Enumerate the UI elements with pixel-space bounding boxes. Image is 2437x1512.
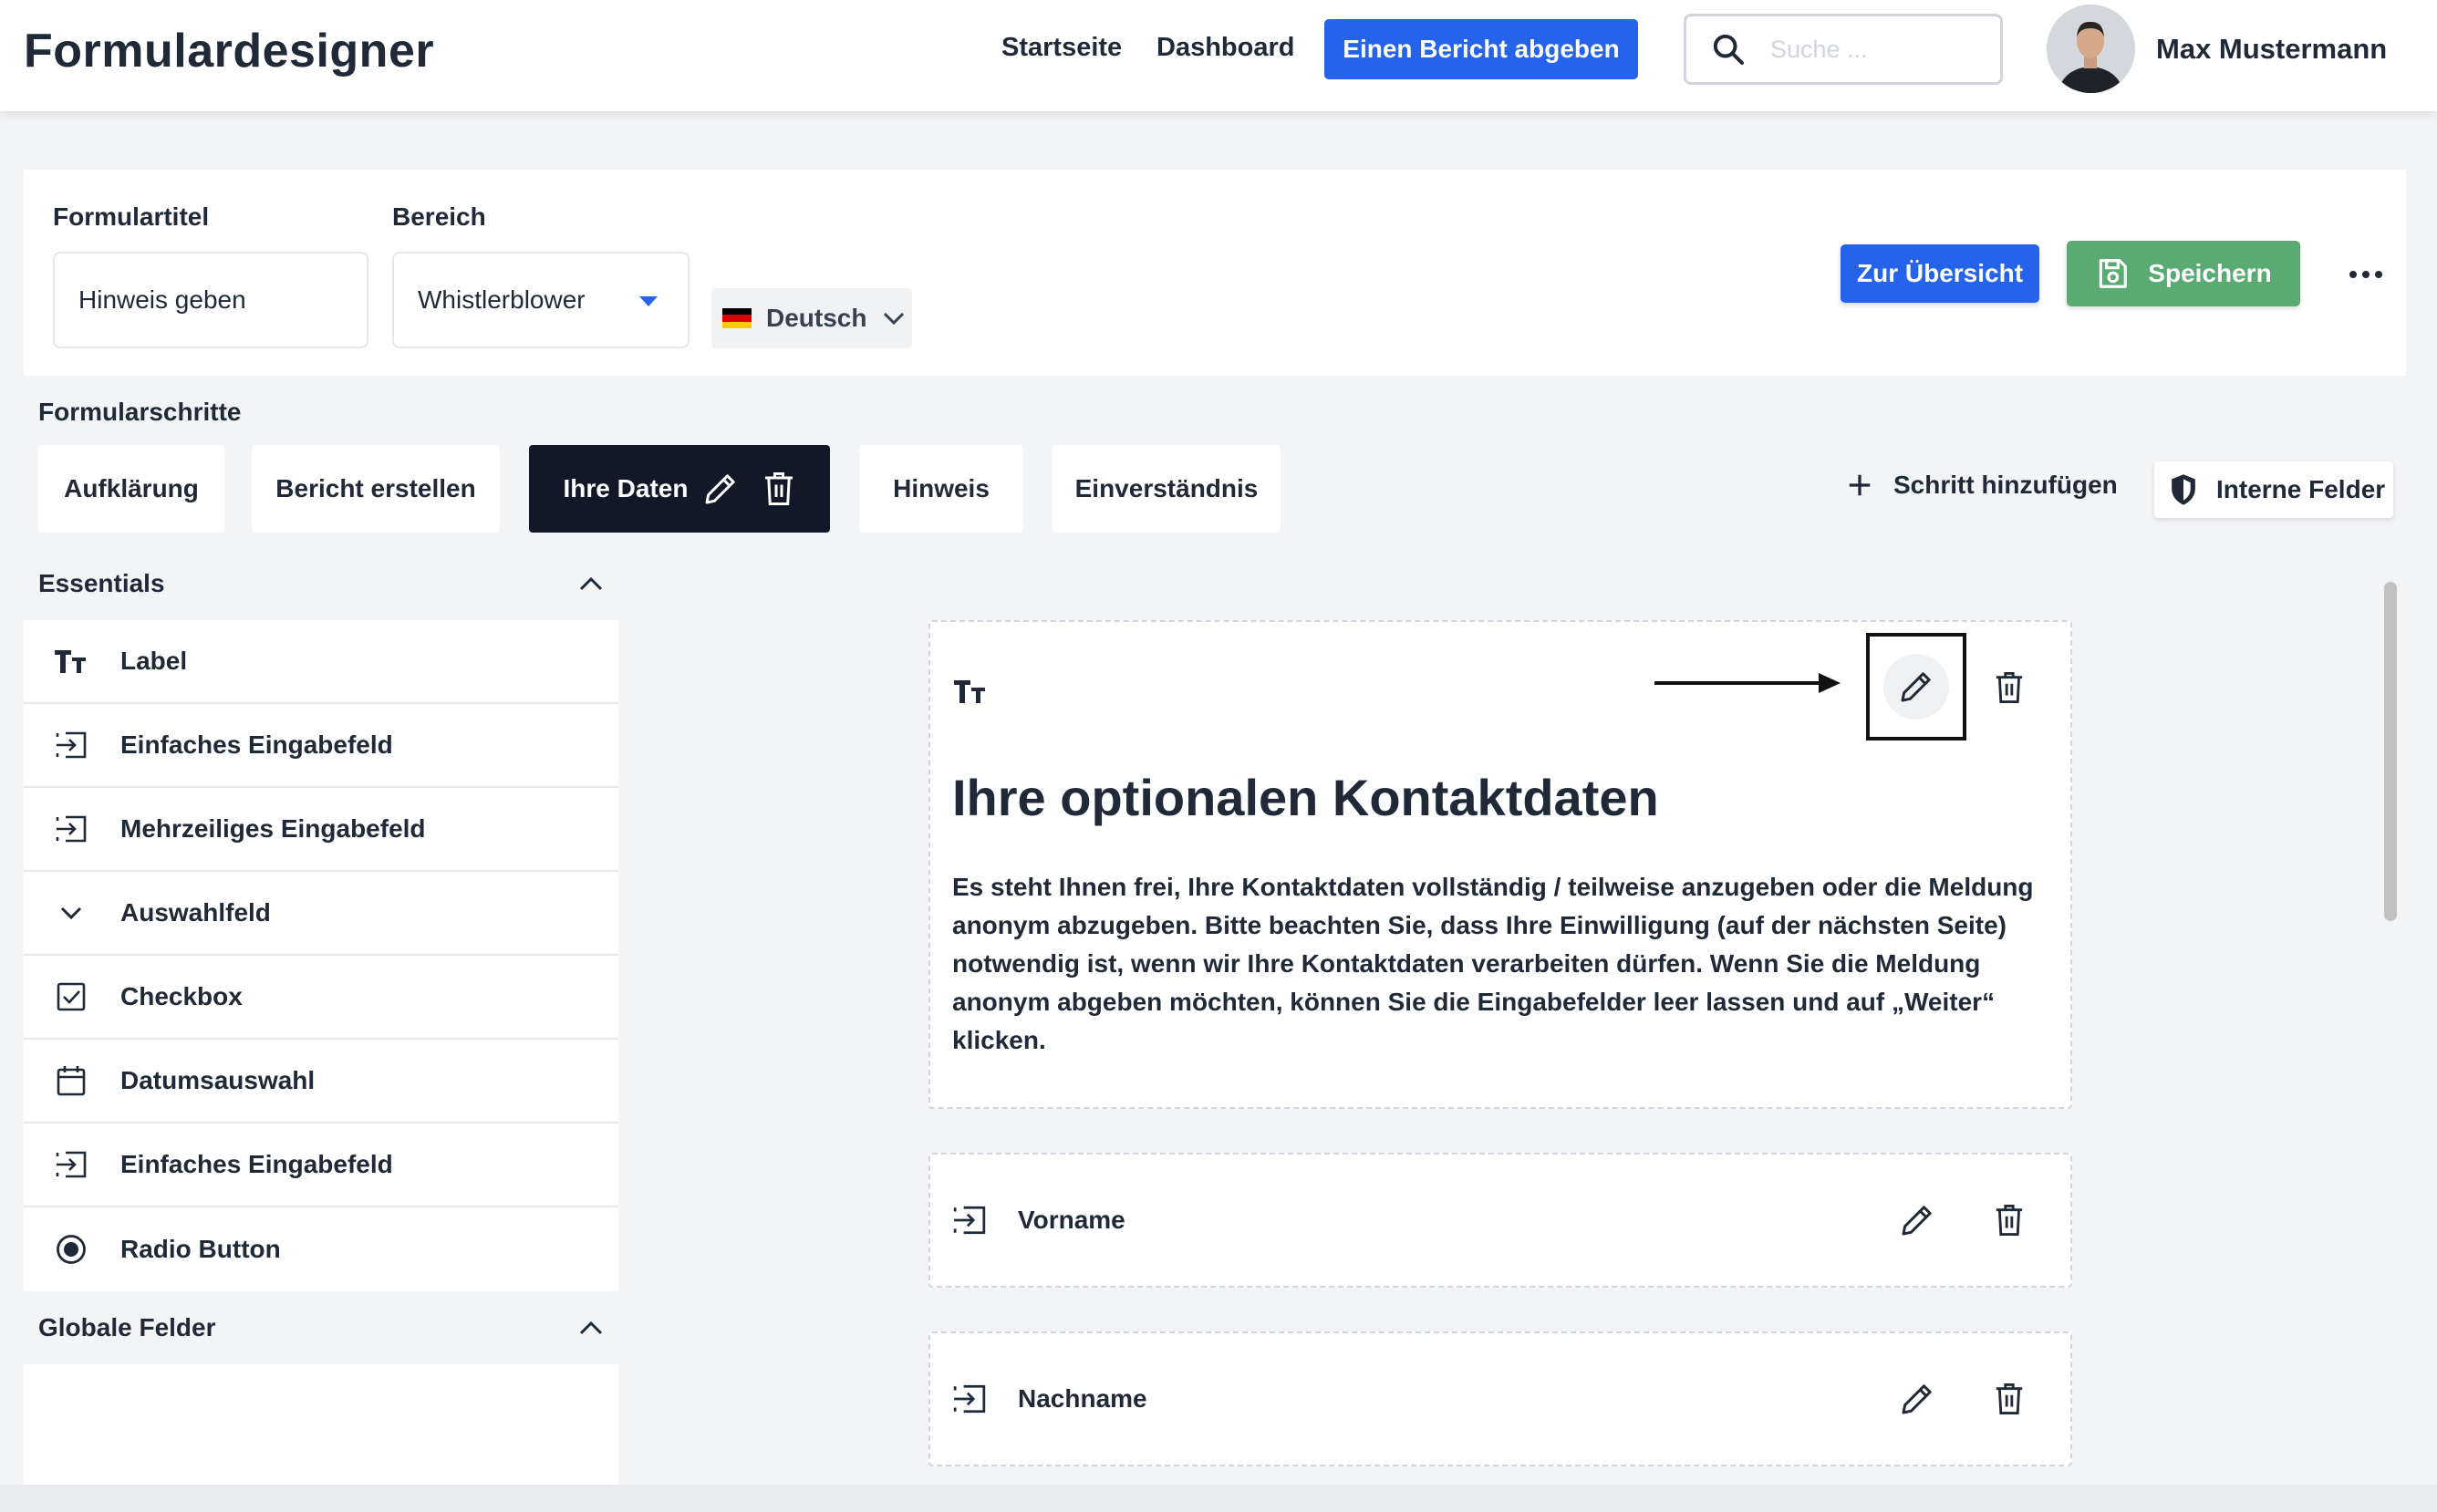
app-title: Formulardesigner <box>24 25 435 78</box>
element-item-multiline-input[interactable]: Mehrzeiliges Eingabefeld <box>24 788 618 872</box>
checkbox-icon <box>38 982 104 1011</box>
element-item-radio[interactable]: Radio Button <box>24 1207 618 1291</box>
form-settings-panel: Formulartitel Hinweis geben Bereich Whis… <box>24 170 2406 376</box>
step-tab-label: Einverständnis <box>1074 474 1259 502</box>
trash-icon[interactable] <box>1990 1200 2028 1240</box>
more-options-icon[interactable] <box>2338 252 2393 297</box>
step-tab-label: Hinweis <box>893 474 990 502</box>
element-item-single-input-2[interactable]: Einfaches Eingabefeld <box>24 1124 618 1207</box>
trash-icon[interactable] <box>762 471 795 507</box>
step-tab-hinweis[interactable]: Hinweis <box>859 445 1023 533</box>
pencil-icon[interactable] <box>702 471 739 507</box>
chevron-down-icon <box>884 312 905 326</box>
search-box[interactable] <box>1684 14 2003 85</box>
global-fields-list <box>24 1364 618 1485</box>
area-select[interactable]: Whistlerblower <box>392 252 690 348</box>
nav-link-dashboard[interactable]: Dashboard <box>1156 33 1294 63</box>
element-item-label-text: Radio Button <box>120 1235 281 1263</box>
chevron-down-icon <box>38 906 104 920</box>
element-item-label-text: Checkbox <box>120 982 243 1010</box>
label-element-card[interactable]: Ihre optionalen Kontaktdaten Es steht Ih… <box>928 620 2072 1109</box>
step-tab-label: Aufklärung <box>64 474 199 502</box>
top-navigation-bar: Formulardesigner Startseite Dashboard Ei… <box>0 0 2437 111</box>
element-item-label-text: Label <box>120 647 188 675</box>
form-title-label: Formulartitel <box>53 202 210 231</box>
input-field-icon <box>952 1384 987 1414</box>
field-label: Vorname <box>1018 1206 1125 1234</box>
save-button-label: Speichern <box>2148 259 2272 287</box>
step-tab-einverstaendnis[interactable]: Einverständnis <box>1053 445 1281 533</box>
pencil-icon[interactable] <box>1897 1200 1937 1240</box>
nav-link-startseite[interactable]: Startseite <box>1001 33 1122 63</box>
internal-fields-label: Interne Felder <box>2216 475 2386 503</box>
calendar-icon <box>38 1065 104 1096</box>
input-field-icon <box>952 1206 987 1235</box>
radio-icon <box>38 1234 104 1265</box>
input-field-icon <box>38 731 104 759</box>
global-fields-section-header[interactable]: Globale Felder <box>24 1291 618 1364</box>
submit-report-button[interactable]: Einen Bericht abgeben <box>1324 19 1638 79</box>
step-tab-ihre-daten[interactable]: Ihre Daten <box>529 445 830 533</box>
element-item-select[interactable]: Auswahlfeld <box>24 872 618 956</box>
element-item-single-input[interactable]: Einfaches Eingabefeld <box>24 704 618 788</box>
pencil-icon[interactable] <box>1883 654 1949 720</box>
scrollbar-thumb[interactable] <box>2384 582 2397 921</box>
chevron-up-icon <box>579 1320 603 1335</box>
element-item-label[interactable]: Label <box>24 620 618 704</box>
step-tab-label: Bericht erstellen <box>275 474 476 502</box>
search-input[interactable] <box>1770 35 1953 64</box>
search-icon <box>1713 34 1744 65</box>
language-select[interactable]: Deutsch <box>711 288 912 348</box>
language-value: Deutsch <box>766 304 867 332</box>
card-heading: Ihre optionalen Kontaktdaten <box>952 769 1659 826</box>
card-description: Es steht Ihnen frei, Ihre Kontaktdaten v… <box>952 873 2034 1054</box>
form-steps-title: Formularschritte <box>38 398 242 426</box>
edit-highlight-box[interactable] <box>1866 633 1966 740</box>
form-title-input[interactable]: Hinweis geben <box>53 252 368 348</box>
plus-icon <box>1849 474 1871 496</box>
add-step-label: Schritt hinzufügen <box>1893 471 2118 499</box>
save-button[interactable]: Speichern <box>2067 241 2300 306</box>
input-field-icon <box>38 1151 104 1178</box>
step-tab-bericht-erstellen[interactable]: Bericht erstellen <box>252 445 500 533</box>
trash-icon[interactable] <box>1990 668 2028 708</box>
save-icon <box>2100 259 2128 288</box>
global-fields-title: Globale Felder <box>38 1313 216 1341</box>
internal-fields-button[interactable]: Interne Felder <box>2154 461 2393 518</box>
bottom-edge <box>0 1485 2437 1512</box>
input-field-icon <box>38 815 104 843</box>
avatar[interactable] <box>2047 5 2135 93</box>
element-item-label-text: Einfaches Eingabefeld <box>120 1150 393 1178</box>
element-item-label-text: Einfaches Eingabefeld <box>120 730 393 759</box>
essentials-section-header[interactable]: Essentials <box>24 547 618 620</box>
pencil-icon[interactable] <box>1897 1379 1937 1419</box>
text-type-icon <box>38 647 104 676</box>
area-label: Bereich <box>392 202 486 231</box>
chevron-up-icon <box>579 576 603 591</box>
element-item-checkbox[interactable]: Checkbox <box>24 956 618 1040</box>
element-item-label-text: Mehrzeiliges Eingabefeld <box>120 814 426 843</box>
element-item-label-text: Auswahlfeld <box>120 898 271 927</box>
step-tab-aufklaerung[interactable]: Aufklärung <box>38 445 224 533</box>
element-item-datepicker[interactable]: Datumsauswahl <box>24 1040 618 1124</box>
add-step-button[interactable]: Schritt hinzufügen <box>1846 471 2118 500</box>
text-type-icon <box>952 677 989 706</box>
user-name: Max Mustermann <box>2156 33 2388 65</box>
step-tab-label: Ihre Daten <box>563 474 689 502</box>
field-label: Nachname <box>1018 1384 1147 1413</box>
annotation-arrow <box>1654 673 1841 693</box>
german-flag-icon <box>722 308 752 328</box>
canvas-scrollbar[interactable] <box>2380 580 2401 1492</box>
essentials-element-list: Label Einfaches Eingabefeld Mehrzeiliges… <box>24 620 618 1291</box>
trash-icon[interactable] <box>1990 1379 2028 1419</box>
element-item-label-text: Datumsauswahl <box>120 1066 316 1094</box>
essentials-title: Essentials <box>38 569 165 597</box>
overview-button[interactable]: Zur Übersicht <box>1841 244 2039 303</box>
area-select-value: Whistlerblower <box>418 285 586 314</box>
field-card-vorname[interactable]: Vorname <box>928 1153 2072 1288</box>
shield-icon <box>2172 474 2195 505</box>
caret-down-icon <box>639 296 658 306</box>
field-card-nachname[interactable]: Nachname <box>928 1331 2072 1466</box>
